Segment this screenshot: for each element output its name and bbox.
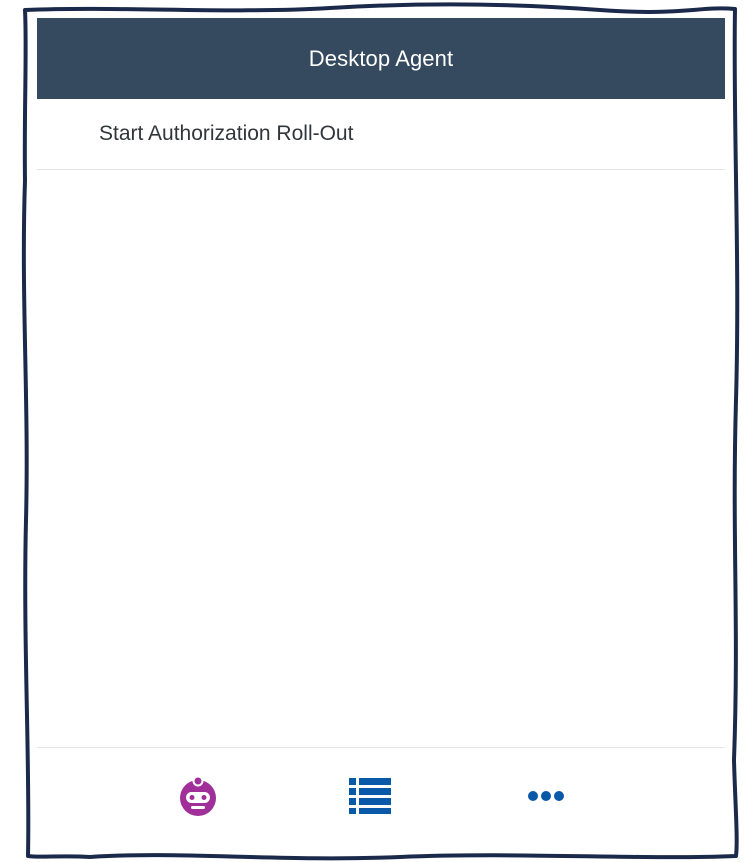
list-item[interactable]: Start Authorization Roll-Out [37, 99, 725, 170]
agent-robot-icon [180, 775, 216, 816]
task-list: Start Authorization Roll-Out [37, 99, 725, 170]
list-icon [349, 778, 391, 814]
footer-toolbar [37, 747, 725, 838]
more-dots-icon [528, 791, 564, 801]
app-title: Desktop Agent [308, 45, 454, 71]
desktop-agent-panel: Desktop Agent Start Authorization Roll-O… [37, 18, 725, 858]
agent-button[interactable] [175, 775, 221, 816]
more-options-button[interactable] [523, 776, 569, 816]
list-button[interactable] [347, 776, 393, 816]
app-header: Desktop Agent [37, 18, 725, 99]
list-item-label: Start Authorization Roll-Out [99, 122, 354, 145]
